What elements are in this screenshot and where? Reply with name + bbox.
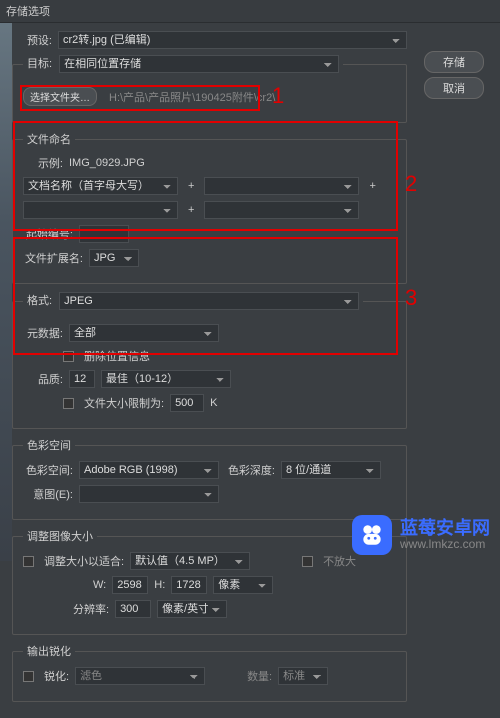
meta-label: 元数据:: [23, 325, 63, 341]
target-group: 目标: 在相同位置存储 选择文件夹… H:\产品\产品照片\190425附件\c…: [12, 55, 407, 123]
target-mode-select[interactable]: 在相同位置存储: [59, 55, 339, 73]
start-num-input[interactable]: [79, 225, 129, 243]
annotation-num-1: 1: [272, 83, 284, 109]
watermark-icon: [352, 515, 392, 555]
preset-label: 预设:: [12, 32, 52, 48]
example-value: IMG_0929.JPG: [69, 157, 145, 169]
plus-icon: +: [184, 204, 198, 216]
res-unit-select[interactable]: 像素/英寸: [157, 600, 227, 618]
depth-label: 色彩深度:: [225, 462, 275, 478]
w-input[interactable]: [112, 576, 148, 594]
format-select[interactable]: JPEG: [59, 292, 359, 310]
colorspace-legend: 色彩空间: [23, 437, 75, 453]
cancel-button[interactable]: 取消: [424, 77, 484, 99]
h-input[interactable]: [171, 576, 207, 594]
target-legend: 目标:: [27, 58, 52, 70]
limit-size-checkbox[interactable]: [63, 398, 74, 409]
no-enlarge-label: 不放大: [323, 553, 356, 569]
quality-input[interactable]: [69, 370, 95, 388]
sharpen-group: 输出锐化 锐化: 滤色 数量: 标准: [12, 643, 407, 702]
example-label: 示例:: [23, 155, 63, 171]
name-template-b[interactable]: [204, 177, 359, 195]
intent-select[interactable]: [79, 485, 219, 503]
quality-preset-select[interactable]: 最佳（10-12）: [101, 370, 231, 388]
sharpen-for-select[interactable]: 滤色: [75, 667, 205, 685]
ext-label: 文件扩展名:: [23, 250, 83, 266]
depth-select[interactable]: 8 位/通道: [281, 461, 381, 479]
h-label: H:: [154, 579, 165, 591]
name-template-d[interactable]: [204, 201, 359, 219]
annotation-num-2: 2: [405, 171, 417, 197]
target-path: H:\产品\产品照片\190425附件\cr2\: [103, 89, 396, 105]
quality-label: 品质:: [23, 371, 63, 387]
name-template-c[interactable]: [23, 201, 178, 219]
intent-label: 意图(E):: [23, 486, 73, 502]
resize-fit-label: 调整大小以适合:: [44, 553, 124, 569]
colorspace-group: 色彩空间 色彩空间: Adobe RGB (1998) 色彩深度: 8 位/通道…: [12, 437, 407, 520]
choose-folder-button[interactable]: 选择文件夹…: [23, 87, 97, 106]
naming-legend: 文件命名: [23, 131, 75, 147]
space-select[interactable]: Adobe RGB (1998): [79, 461, 219, 479]
resize-fit-checkbox[interactable]: [23, 556, 34, 567]
start-num-label: 起始编号:: [23, 226, 73, 242]
sharpen-label: 锐化:: [44, 668, 69, 684]
sharpen-checkbox[interactable]: [23, 671, 34, 682]
format-legend: 格式:: [27, 295, 52, 307]
name-template-a[interactable]: 文档名称（首字母大写）: [23, 177, 178, 195]
w-label: W:: [93, 579, 106, 591]
watermark-title: 蓝莓安卓网: [400, 519, 490, 537]
window-title: 存储选项: [0, 0, 500, 23]
naming-group: 文件命名 示例: IMG_0929.JPG 文档名称（首字母大写） + + + …: [12, 131, 407, 284]
limit-size-label: 文件大小限制为:: [84, 395, 164, 411]
strip-location-checkbox[interactable]: [63, 351, 74, 362]
meta-select[interactable]: 全部: [69, 324, 219, 342]
save-button[interactable]: 存储: [424, 51, 484, 73]
resize-fit-select[interactable]: 默认值（4.5 MP）: [130, 552, 250, 570]
amount-label: 数量:: [247, 668, 272, 684]
ext-select[interactable]: JPG: [89, 249, 139, 267]
resize-legend: 调整图像大小: [23, 528, 97, 544]
res-input[interactable]: [115, 600, 151, 618]
limit-size-input[interactable]: [170, 394, 204, 412]
watermark: 蓝莓安卓网 www.lmkzc.com: [352, 515, 490, 555]
strip-location-label: 删除位置信息: [84, 348, 150, 364]
res-label: 分辨率:: [73, 601, 109, 617]
no-enlarge-checkbox[interactable]: [302, 556, 313, 567]
plus-icon: +: [184, 180, 198, 192]
resize-group: 调整图像大小 调整大小以适合: 默认值（4.5 MP） 不放大 W: H: 像素…: [12, 528, 407, 635]
annotation-num-3: 3: [405, 285, 417, 311]
watermark-url: www.lmkzc.com: [400, 537, 490, 551]
sharpen-legend: 输出锐化: [23, 643, 75, 659]
limit-unit: K: [210, 397, 217, 409]
space-label: 色彩空间:: [23, 462, 73, 478]
preset-select[interactable]: cr2转.jpg (已编辑): [58, 31, 407, 49]
plus-icon: +: [365, 180, 379, 192]
size-unit-select[interactable]: 像素: [213, 576, 273, 594]
amount-select[interactable]: 标准: [278, 667, 328, 685]
format-group: 格式: JPEG 元数据: 全部 删除位置信息 品质: 最佳（10-12） 文件…: [12, 292, 407, 429]
